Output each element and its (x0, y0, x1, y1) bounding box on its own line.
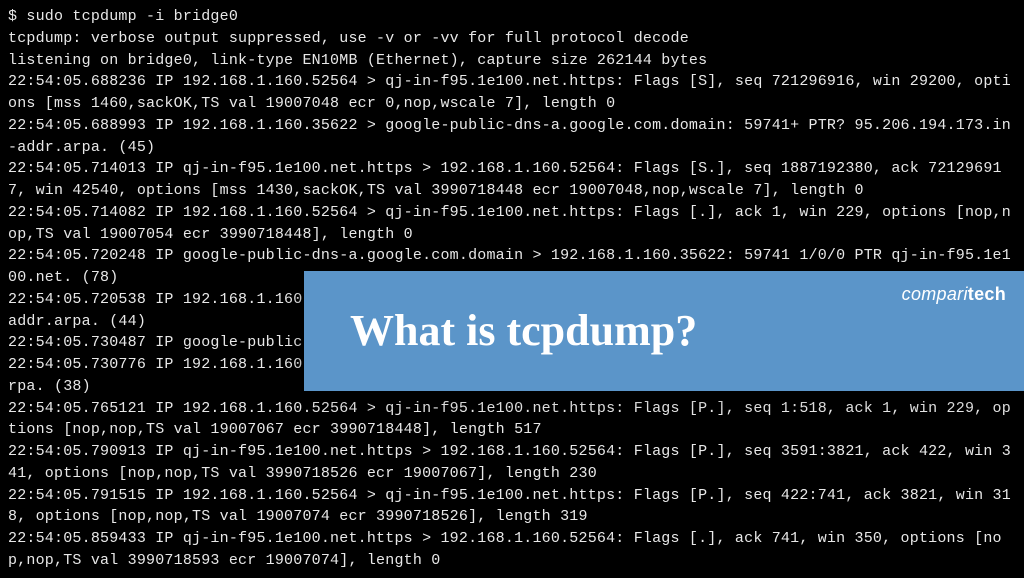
brand-part-2: tech (968, 284, 1006, 304)
terminal-line: listening on bridge0, link-type EN10MB (… (8, 50, 1016, 72)
terminal-line: 22:54:05.859433 IP qj-in-f95.1e100.net.h… (8, 528, 1016, 572)
terminal-line: tcpdump: verbose output suppressed, use … (8, 28, 1016, 50)
terminal-line: 22:54:05.688236 IP 192.168.1.160.52564 >… (8, 71, 1016, 115)
banner-title: What is tcpdump? (350, 299, 697, 363)
overlay-banner: What is tcpdump? comparitech (304, 271, 1024, 391)
terminal-line: 22:54:05.791515 IP 192.168.1.160.52564 >… (8, 485, 1016, 529)
terminal-line: 22:54:05.765121 IP 192.168.1.160.52564 >… (8, 398, 1016, 442)
terminal-line: 22:54:05.714082 IP 192.168.1.160.52564 >… (8, 202, 1016, 246)
brand-part-1: compari (902, 284, 968, 304)
brand-logo: comparitech (902, 281, 1006, 307)
terminal-line: $ sudo tcpdump -i bridge0 (8, 6, 1016, 28)
terminal-line: 22:54:05.790913 IP qj-in-f95.1e100.net.h… (8, 441, 1016, 485)
terminal-line: 22:54:05.714013 IP qj-in-f95.1e100.net.h… (8, 158, 1016, 202)
terminal-line: 22:54:05.688993 IP 192.168.1.160.35622 >… (8, 115, 1016, 159)
